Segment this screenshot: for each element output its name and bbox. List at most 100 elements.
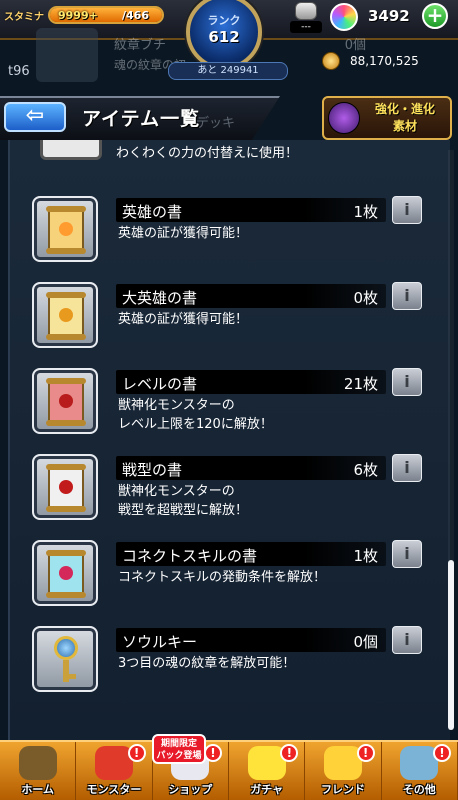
- player-tag: t96: [8, 64, 30, 79]
- header-underlap-text: デッキ: [196, 116, 236, 131]
- stamina-value: 9999+: [58, 9, 98, 22]
- item-name-bar: コネクトスキルの書 1枚: [116, 542, 386, 566]
- gold-coin-icon: [322, 52, 340, 70]
- nav-alert-badge: !: [280, 744, 299, 762]
- item-description: 獣神化モンスターの レベル上限を120に解放！: [118, 398, 273, 432]
- nav-label: ガチャ: [250, 783, 284, 796]
- scroll-emblem: [59, 394, 73, 408]
- item-info-button[interactable]: i: [392, 626, 422, 654]
- item-count: 1枚: [353, 547, 378, 565]
- previous-item-name: 紋章ブチ: [114, 38, 167, 53]
- item-name-bar: レベルの書 21枚: [116, 370, 386, 394]
- add-orb-button[interactable]: +: [422, 3, 448, 29]
- item-info-button[interactable]: i: [392, 540, 422, 568]
- item-bag-icon: [295, 2, 317, 20]
- rank-next-exp: あと 249941: [168, 62, 288, 80]
- rank-value: 612: [208, 28, 240, 46]
- item-name: 戦型の書: [122, 461, 183, 479]
- scroll-art: [46, 292, 86, 340]
- item-row[interactable]: ソウルキー 0個 i 3つ目の魂の紋章を解放可能！: [32, 626, 432, 706]
- item-description: 獣神化モンスターの 戦型を超戦型に解放！: [118, 484, 249, 518]
- item-name: 英雄の書: [122, 203, 183, 221]
- scroll-emblem: [59, 308, 73, 322]
- soul-key-icon: [32, 626, 98, 692]
- nav-label: モンスター: [86, 783, 142, 796]
- gold-count: 88,170,525: [350, 54, 419, 68]
- nav-label: フレンド: [320, 783, 365, 796]
- partial-item-row: わくわくの力の付替えに使用！: [40, 140, 440, 170]
- scroll-emblem: [59, 480, 73, 494]
- item-info-button[interactable]: i: [392, 196, 422, 224]
- page-header: ⇦ アイテム一覧 デッキ: [0, 92, 290, 144]
- nav-item-other[interactable]: その他!: [382, 742, 458, 800]
- orb-icon: [330, 3, 358, 31]
- previous-item-icon: [36, 28, 98, 82]
- scroll-art: [46, 378, 86, 426]
- item-name: コネクトスキルの書: [122, 547, 258, 565]
- stamina-max: /466: [122, 9, 149, 22]
- item-list-panel[interactable]: わくわくの力の付替えに使用！ 英雄の書 1枚 i 英雄の証が獲得可能！ 大英雄の書 0枚 i…: [8, 140, 450, 740]
- evolve-material-button[interactable]: 強化・進化 素材: [322, 96, 452, 140]
- item-row[interactable]: 大英雄の書 0枚 i 英雄の証が獲得可能！: [32, 282, 432, 362]
- nav-label: ホーム: [21, 783, 54, 796]
- item-row[interactable]: レベルの書 21枚 i 獣神化モンスターの レベル上限を120に解放！: [32, 368, 432, 448]
- item-name-bar: 英雄の書 1枚: [116, 198, 386, 222]
- orb-count: 3492: [368, 7, 410, 25]
- scroll-emblem: [59, 222, 73, 236]
- key-art: [52, 636, 80, 684]
- nav-item-monster[interactable]: モンスター!: [76, 742, 153, 800]
- item-info-button[interactable]: i: [392, 368, 422, 396]
- key-head: [54, 636, 78, 660]
- scrollbar-thumb[interactable]: [448, 560, 454, 730]
- item-name: レベルの書: [122, 375, 198, 393]
- item-description: コネクトスキルの発動条件を解放！: [118, 570, 327, 585]
- nav-item-friend[interactable]: フレンド!: [305, 742, 382, 800]
- bottom-nav: ホーム モンスター! ショップ! ガチャ! フレンド! その他!: [0, 740, 458, 800]
- item-row[interactable]: 戦型の書 6枚 i 獣神化モンスターの 戦型を超戦型に解放！: [32, 454, 432, 534]
- stamina-meter[interactable]: スタミナ 9999+ /466: [4, 4, 164, 26]
- key-tooth: [68, 674, 76, 679]
- rank-label: ランク: [207, 14, 241, 27]
- scroll-icon: [32, 368, 98, 434]
- nav-item-gacha[interactable]: ガチャ!: [229, 742, 306, 800]
- scroll-icon: [32, 454, 98, 520]
- nav-alert-badge: !: [203, 744, 222, 762]
- back-button[interactable]: ⇦: [4, 102, 66, 132]
- scroll-icon: [32, 196, 98, 262]
- nav-alert-badge: !: [356, 744, 375, 762]
- scroll-icon: [32, 540, 98, 606]
- item-row[interactable]: コネクトスキルの書 1枚 i コネクトスキルの発動条件を解放！: [32, 540, 432, 620]
- item-info-button[interactable]: i: [392, 282, 422, 310]
- item-count: 21枚: [343, 375, 378, 393]
- item-description: 3つ目の魂の紋章を解放可能！: [118, 656, 296, 671]
- nav-item-home[interactable]: ホーム: [0, 742, 77, 800]
- item-row[interactable]: 英雄の書 1枚 i 英雄の証が獲得可能！: [32, 196, 432, 276]
- item-name: ソウルキー: [122, 633, 198, 651]
- item-count: 0枚: [353, 289, 378, 307]
- evolve-material-label: 強化・進化 素材: [374, 102, 435, 133]
- item-name: 大英雄の書: [122, 289, 198, 307]
- scroll-emblem: [59, 566, 73, 580]
- scroll-icon: [32, 282, 98, 348]
- nav-alert-badge: !: [432, 744, 451, 762]
- stamina-label: スタミナ: [4, 11, 44, 23]
- nav-alert-badge: !: [127, 744, 146, 762]
- item-description: 英雄の証が獲得可能！: [118, 312, 249, 327]
- item-count: 1枚: [353, 203, 378, 221]
- item-count: 0個: [353, 633, 378, 651]
- scroll-art: [46, 206, 86, 254]
- page-title: アイテム一覧: [82, 108, 201, 130]
- limited-pack-badge: 期間限定 パック登場: [152, 734, 206, 764]
- item-name-bar: ソウルキー 0個: [116, 628, 386, 652]
- item-name-bar: 戦型の書 6枚: [116, 456, 386, 480]
- item-info-button[interactable]: i: [392, 454, 422, 482]
- item-count: 6枚: [353, 461, 378, 479]
- home-icon: [18, 746, 57, 780]
- scroll-art: [46, 464, 86, 512]
- evolve-mascot-icon: [328, 102, 360, 134]
- item-description: 英雄の証が獲得可能！: [118, 226, 249, 241]
- previous-item-count: 0個: [344, 38, 366, 53]
- stamina-bar: 9999+ /466: [48, 6, 164, 24]
- item-name-bar: 大英雄の書 0枚: [116, 284, 386, 308]
- nav-label: ショップ: [168, 783, 213, 796]
